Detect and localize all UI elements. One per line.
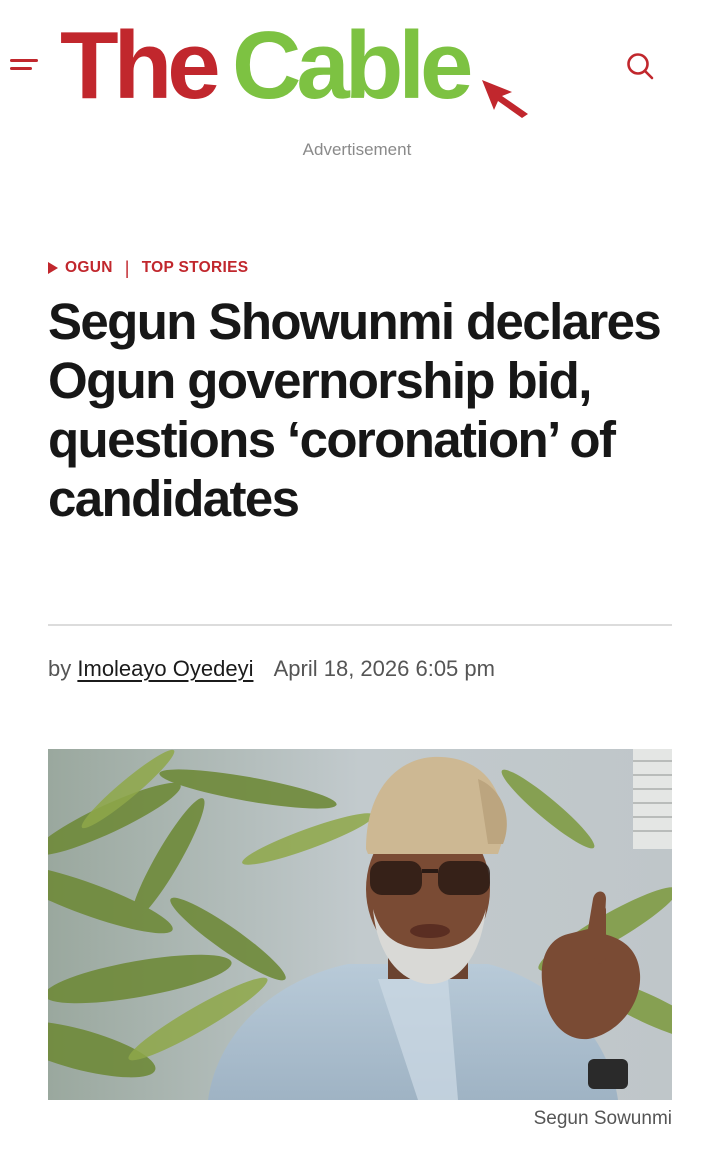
menu-bar xyxy=(10,59,38,62)
category-list: OGUN | TOP STORIES xyxy=(48,257,248,279)
site-header: The Cable xyxy=(0,0,714,130)
article-title: Segun Showunmi declares Ogun governorshi… xyxy=(48,293,662,527)
category-link-top-stories[interactable]: TOP STORIES xyxy=(142,259,249,277)
divider xyxy=(48,624,672,626)
play-triangle-icon xyxy=(48,262,58,274)
menu-bar xyxy=(10,67,32,70)
advertisement-label: Advertisement xyxy=(302,140,412,159)
category-divider: | xyxy=(124,257,130,278)
logo-text-the: The xyxy=(60,12,218,118)
byline: by Imoleayo Oyedeyi April 18, 2026 6:05 … xyxy=(48,656,495,682)
cursor-arrow-icon xyxy=(482,80,528,118)
category-link-ogun[interactable]: OGUN xyxy=(65,259,113,277)
publish-date: April 18, 2026 6:05 pm xyxy=(273,656,495,681)
logo-text-cable: Cable xyxy=(232,12,471,118)
search-icon[interactable] xyxy=(622,48,658,84)
site-logo[interactable]: The Cable xyxy=(58,8,538,118)
byline-prefix: by xyxy=(48,656,72,681)
author-link[interactable]: Imoleayo Oyedeyi xyxy=(77,656,253,681)
article-hero-image xyxy=(48,749,672,1100)
hamburger-menu-icon[interactable] xyxy=(10,56,40,76)
image-caption: Segun Sowunmi xyxy=(533,1108,672,1129)
